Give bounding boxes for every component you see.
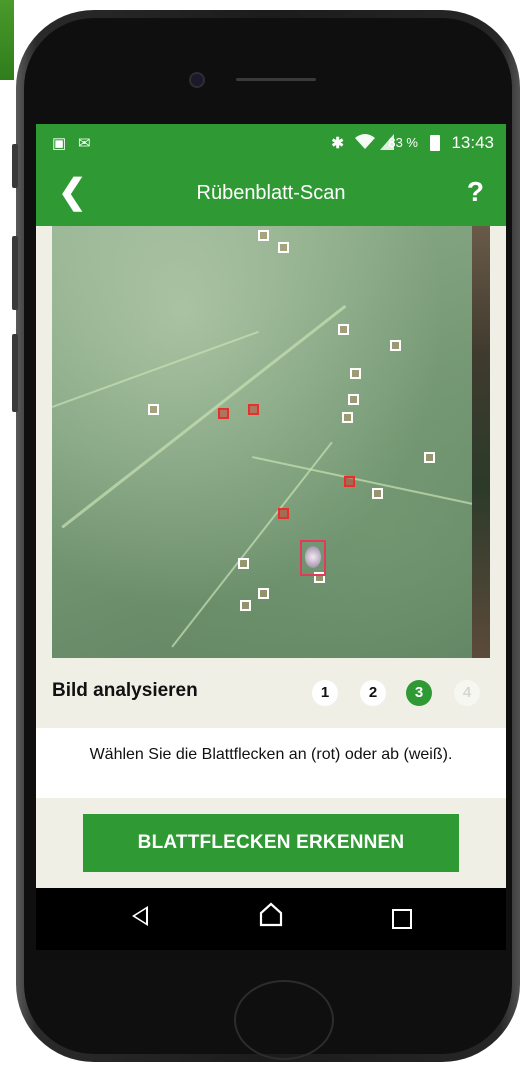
spot-marker-white[interactable]	[350, 368, 361, 379]
detect-spots-button[interactable]: BLATTFLECKEN ERKENNEN	[83, 814, 459, 872]
spot-marker-white[interactable]	[238, 558, 249, 569]
image-icon: ▣	[52, 135, 67, 152]
step-title: Bild analysieren	[52, 680, 198, 701]
leaf-lesion	[305, 546, 321, 568]
spot-marker-white[interactable]	[338, 324, 349, 335]
spot-marker-white[interactable]	[390, 340, 401, 351]
spot-marker-white[interactable]	[258, 230, 269, 241]
status-bar: ▣ ✉ ✱ 83 % 13:43	[36, 124, 506, 162]
spot-marker-white[interactable]	[278, 242, 289, 253]
android-nav-bar	[36, 888, 506, 950]
leaf-background-soil	[472, 226, 490, 658]
front-camera	[189, 72, 205, 88]
step-1[interactable]: 1	[312, 680, 338, 706]
square-recent-icon[interactable]	[392, 909, 412, 929]
selected-lesion-box[interactable]	[300, 540, 326, 576]
mail-icon: ✉	[78, 135, 91, 152]
spot-marker-white[interactable]	[342, 412, 353, 423]
spot-marker-red[interactable]	[248, 404, 259, 415]
step-indicator-row: Bild analysieren 1 2 3 4	[36, 658, 506, 728]
spot-marker-white[interactable]	[148, 404, 159, 415]
instruction-panel: Wählen Sie die Blattflecken an (rot) ode…	[36, 728, 506, 798]
battery-icon	[430, 135, 440, 151]
step-3[interactable]: 3	[406, 680, 432, 706]
app-screen: ▣ ✉ ✱ 83 % 13:43 ❮ Rübenblatt-Scan ? Bil…	[36, 124, 506, 950]
step-4: 4	[454, 680, 480, 706]
spot-marker-red[interactable]	[344, 476, 355, 487]
status-time: 13:43	[451, 133, 494, 152]
earpiece-speaker	[236, 78, 316, 81]
spot-marker-white[interactable]	[240, 600, 251, 611]
leaf-photo[interactable]	[52, 226, 490, 658]
spot-marker-white[interactable]	[372, 488, 383, 499]
home-icon[interactable]	[258, 902, 284, 928]
wifi-icon	[354, 134, 376, 154]
spot-marker-white[interactable]	[258, 588, 269, 599]
instruction-text: Wählen Sie die Blattflecken an (rot) ode…	[89, 746, 453, 763]
spot-marker-red[interactable]	[218, 408, 229, 419]
spot-marker-red[interactable]	[278, 508, 289, 519]
side-button-top	[12, 144, 18, 188]
spot-marker-white[interactable]	[424, 452, 435, 463]
triangle-back-icon[interactable]	[132, 906, 148, 926]
side-button-bottom	[12, 334, 18, 412]
bluetooth-icon: ✱	[331, 135, 344, 152]
spot-marker-white[interactable]	[348, 394, 359, 405]
app-bar: ❮ Rübenblatt-Scan ?	[36, 162, 506, 226]
help-button[interactable]: ?	[467, 176, 484, 208]
page-title: Rübenblatt-Scan	[196, 182, 346, 204]
corner-accent	[0, 0, 14, 80]
hardware-home-button[interactable]	[234, 980, 334, 1060]
side-button-middle	[12, 236, 18, 310]
step-2[interactable]: 2	[360, 680, 386, 706]
leaf-vein	[61, 304, 347, 529]
battery-percent: 83 %	[388, 135, 418, 150]
